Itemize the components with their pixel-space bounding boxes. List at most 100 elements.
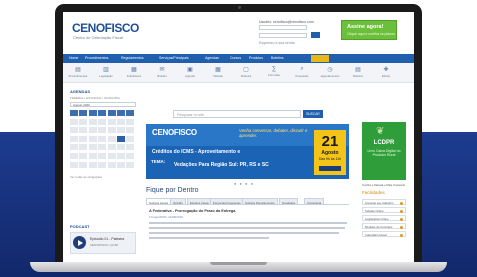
calendar-day-cell[interactable] [70, 144, 78, 151]
tab-novidades[interactable]: Novidades [279, 198, 299, 205]
tab-perguntas[interactable]: Perguntas Frequentes [210, 198, 244, 205]
calendar-day-cell[interactable] [126, 153, 135, 159]
calendar-day-cell[interactable] [79, 153, 88, 159]
password-field[interactable] [259, 33, 307, 38]
calendar-day-cell[interactable] [126, 135, 135, 142]
calendar-weekday-cell [79, 110, 88, 116]
quick-link[interactable]: ∑ Fórmulas [263, 66, 285, 77]
calendar-day-cell[interactable] [117, 153, 125, 159]
calendar-day-cell[interactable] [98, 161, 107, 168]
nav-item-regulamentos[interactable]: Regulamentos [121, 56, 144, 60]
quick-link[interactable]: ▥ Legislação [95, 66, 117, 78]
nav-item-produtos[interactable]: Produtos [249, 56, 263, 60]
calendar-day-cell[interactable] [79, 118, 88, 125]
banner-signup-button[interactable] [319, 166, 341, 171]
calendar-day-cell[interactable] [107, 127, 116, 134]
calendar-day-cell[interactable] [70, 135, 78, 142]
nav-accent-button[interactable] [311, 55, 329, 62]
calendar-day-cell[interactable] [88, 118, 97, 125]
nav-item-boletins[interactable]: Boletins [271, 56, 283, 60]
facilidades-item[interactable]: Tabelas Online [362, 207, 406, 213]
nav-item-procedimentos[interactable]: Procedimentos [85, 56, 108, 60]
quick-link[interactable]: ▣ Agenda [179, 66, 201, 78]
tab-noticias-gerais[interactable]: Notícias Gerais [146, 198, 172, 205]
agenda-filter-links[interactable]: FEDERAL | ESTADUAL | MUNICIPAL [70, 96, 120, 100]
calendar-day-cell[interactable] [79, 144, 88, 151]
event-banner[interactable]: CENOFISCO Venha conversar, debater, disc… [146, 124, 349, 179]
facilidades-item[interactable]: Calendário Fiscal [362, 231, 406, 237]
calendar-day-cell[interactable] [126, 161, 135, 168]
quick-link[interactable]: ▤ Procedimentos [67, 66, 89, 78]
nav-item-servicos[interactable]: Serviços/Principais [159, 56, 189, 60]
quick-link[interactable]: ◷ Agendamentos [319, 66, 341, 78]
calendar-day-cell[interactable] [107, 144, 116, 151]
site-search-input[interactable]: Pesquisar no site [173, 110, 301, 118]
calendar-day-cell[interactable] [126, 118, 135, 125]
calendar-day-cell[interactable] [117, 144, 125, 151]
podcast-episode-title: Episódio 01 - Palestra [90, 237, 125, 241]
nav-item-agendas[interactable]: Agendas [205, 56, 219, 60]
agenda-see-all-link[interactable]: Ver todas as obrigações [70, 175, 102, 179]
quick-link[interactable]: ✉ Boletim [151, 66, 173, 78]
tab-consultoria[interactable]: Consultoria [304, 198, 325, 205]
quick-link[interactable]: ▦ Indicadores [123, 66, 145, 78]
news-text-line [149, 227, 345, 229]
login-button[interactable] [311, 32, 320, 38]
quick-link[interactable]: ▤ Boletins [347, 66, 369, 78]
search-button[interactable]: BUSCAR [303, 110, 323, 118]
site-logo[interactable]: CENOFISCO [72, 21, 139, 35]
facilidades-item[interactable]: Legislações Online [362, 215, 406, 221]
calendar-day-cell[interactable] [79, 135, 88, 142]
agenda-month-select[interactable]: Agosto 2020 [70, 102, 136, 107]
quick-link[interactable]: ✚ Extras [375, 66, 397, 78]
tab-parcelamentos[interactable]: Notícias Parcelamentos [242, 198, 278, 205]
quick-link[interactable]: ▢ Modelos [235, 66, 257, 78]
calendar-day-cell[interactable] [70, 153, 78, 159]
calendar-day-cell[interactable] [98, 118, 107, 125]
calendar-day-cell[interactable] [117, 118, 125, 125]
calendar-day-cell[interactable] [98, 144, 107, 151]
calendar-day-cell[interactable] [70, 118, 78, 125]
calendar-day-cell[interactable] [98, 153, 107, 159]
chart-icon: ▦ [131, 67, 137, 73]
calendar-day-cell[interactable] [107, 135, 116, 142]
assine-agora-banner[interactable]: Assine agora! Clique aqui e confira os p… [341, 20, 397, 40]
calendar-day-cell[interactable] [126, 127, 135, 134]
calendar-day-cell[interactable] [98, 135, 107, 142]
calendar-day-cell[interactable] [88, 135, 97, 142]
lcdpr-link[interactable]: Confira o Manual e Mais Conteúdo [362, 183, 405, 187]
calendar-day-cell[interactable] [98, 127, 107, 134]
news-date: 17/ago/2020 | 11/08/2020 [149, 215, 183, 219]
facilidades-item[interactable]: Modelos de Contratos [362, 223, 406, 229]
calendar-day-cell[interactable] [117, 161, 125, 168]
calendar-day-cell[interactable] [79, 127, 88, 134]
calendar-day-cell[interactable] [79, 161, 88, 168]
calendar-day-cell[interactable] [107, 118, 116, 125]
calendar-day-cell[interactable] [70, 161, 78, 168]
tab-opiniao[interactable]: Opinião [170, 198, 186, 205]
news-headline[interactable]: A Federativa - Prorrogação do Prazo da E… [149, 209, 235, 213]
calendar-day-cell[interactable] [107, 161, 116, 168]
quick-link[interactable]: ▦ Tabelas [207, 66, 229, 78]
forgot-password-link[interactable]: Esqueceu a sua senha [259, 41, 295, 45]
calendar-day-cell[interactable] [117, 127, 125, 134]
calendar-day-cell[interactable] [88, 144, 97, 151]
tab-estudos-casos[interactable]: Estudos Casos [187, 198, 212, 205]
calendar-day-cell[interactable] [70, 127, 78, 134]
calendar-day-cell[interactable] [107, 153, 116, 159]
news-text-line [149, 237, 269, 239]
quick-link[interactable]: ⌕ Pesquisas [291, 66, 313, 78]
calendar-day-cell[interactable] [88, 153, 97, 159]
calendar-day-cell[interactable] [126, 144, 135, 151]
calendar-day-cell[interactable] [88, 127, 97, 134]
nav-item-cursos[interactable]: Cursos [230, 56, 241, 60]
calendar-day-cell[interactable] [88, 161, 97, 168]
nav-item-home[interactable]: Home [69, 56, 78, 60]
carousel-dots[interactable]: ● ● ● ● [234, 181, 254, 186]
username-field[interactable] [259, 25, 307, 30]
calendar-day-cell[interactable] [117, 135, 125, 142]
lcdpr-title: LCDPR [373, 140, 395, 146]
lcdpr-banner[interactable]: ❦ LCDPR Livro Caixa Digital do Produtor … [362, 122, 406, 180]
facilidades-item[interactable]: Consulte seu Cadastro [362, 199, 406, 205]
calendar-icon: ▣ [187, 67, 193, 73]
